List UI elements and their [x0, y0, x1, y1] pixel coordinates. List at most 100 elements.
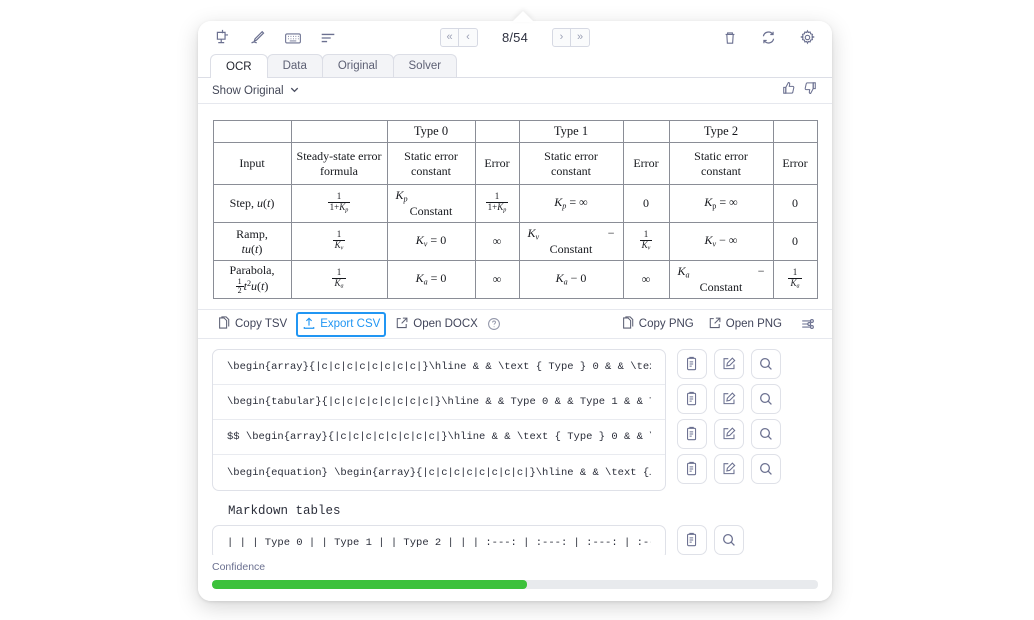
cell-formula: 1Kv: [291, 223, 387, 261]
copy-file-icon: [621, 316, 635, 333]
tab-solver[interactable]: Solver: [393, 54, 458, 77]
table-header-row: Input Steady-state error formula Static …: [213, 143, 817, 185]
tab-bar: OCR Data Original Solver: [198, 54, 832, 78]
cell-t2-const: Kv − ∞: [669, 223, 773, 261]
tab-original[interactable]: Original: [322, 54, 394, 77]
group-header-type0: Type 0: [387, 121, 475, 143]
open-docx-button[interactable]: Open DOCX: [390, 313, 483, 336]
external-link-icon: [395, 316, 409, 333]
toolbar-left-group: [212, 27, 338, 48]
page-navigation: « ‹ 8/54 › »: [440, 28, 590, 47]
latex-code-text: \begin{equation} \begin{array}{|c|c|c|c|…: [227, 467, 651, 479]
cell-t2-const: Kp = ∞: [669, 185, 773, 223]
sliders-icon[interactable]: [797, 314, 818, 335]
confidence-panel: Confidence: [198, 555, 832, 601]
export-csv-label: Export CSV: [320, 318, 380, 330]
cell-t0-const: Ka = 0: [387, 261, 475, 299]
pen-annotate-icon[interactable]: [247, 27, 268, 48]
thumbs-up-icon[interactable]: [781, 80, 797, 101]
search-magnifier-icon[interactable]: [751, 419, 781, 449]
show-original-label: Show Original: [212, 85, 284, 97]
copy-clipboard-icon[interactable]: [677, 384, 707, 414]
list-item[interactable]: $$ \begin{array}{|c|c|c|c|c|c|c|c|}\hlin…: [213, 420, 665, 455]
list-item[interactable]: \begin{tabular}{|c|c|c|c|c|c|c|c|}\hline…: [213, 385, 665, 420]
group-header-cell: [623, 121, 669, 143]
col-header-t2-const: Static error constant: [669, 143, 773, 185]
list-item[interactable]: \begin{array}{|c|c|c|c|c|c|c|c|}\hline &…: [213, 350, 665, 385]
group-header-type1: Type 1: [519, 121, 623, 143]
show-original-dropdown[interactable]: Show Original: [212, 84, 300, 98]
table-row: Parabola, 12t2u(t) 1Ka Ka = 0 ∞ Ka − 0 ∞…: [213, 261, 817, 299]
keyboard-icon[interactable]: [282, 27, 303, 48]
cell-t0-const: Kv = 0: [387, 223, 475, 261]
list-item[interactable]: \begin{equation} \begin{array}{|c|c|c|c|…: [213, 455, 665, 490]
refresh-icon[interactable]: [758, 27, 779, 48]
copy-png-button[interactable]: Copy PNG: [616, 313, 699, 336]
cell-input: Ramp,tu(t): [213, 223, 291, 261]
popover-notch: [512, 11, 534, 22]
confidence-bar-track: [212, 580, 818, 589]
latex-code-text: $$ \begin{array}{|c|c|c|c|c|c|c|c|}\hlin…: [227, 431, 651, 443]
col-header-t1-error: Error: [623, 143, 669, 185]
copy-tsv-button[interactable]: Copy TSV: [212, 313, 292, 336]
search-magnifier-icon[interactable]: [751, 384, 781, 414]
open-png-button[interactable]: Open PNG: [703, 313, 787, 336]
export-csv-button[interactable]: Export CSV: [296, 312, 386, 337]
copy-tsv-label: Copy TSV: [235, 318, 287, 330]
edit-pencil-icon[interactable]: [714, 419, 744, 449]
group-header-cell: [213, 121, 291, 143]
last-page-button[interactable]: »: [571, 28, 590, 47]
app-window: « ‹ 8/54 › »: [198, 21, 832, 601]
cell-t0-error: ∞: [475, 223, 519, 261]
edit-pencil-icon[interactable]: [714, 384, 744, 414]
group-header-type2: Type 2: [669, 121, 773, 143]
search-magnifier-icon[interactable]: [751, 349, 781, 379]
text-lines-icon[interactable]: [317, 27, 338, 48]
first-page-button[interactable]: «: [440, 28, 459, 47]
latex-row-group: \begin{array}{|c|c|c|c|c|c|c|c|}\hline &…: [212, 349, 666, 491]
trash-icon[interactable]: [719, 27, 740, 48]
prev-page-button[interactable]: ‹: [459, 28, 478, 47]
confidence-bar-fill: [212, 580, 527, 589]
next-page-button[interactable]: ›: [552, 28, 571, 47]
export-action-bar: Copy TSV Export CSV Open DOCX: [198, 309, 832, 339]
feedback-group: [781, 80, 818, 101]
external-link-icon: [708, 316, 722, 333]
help-icon[interactable]: [487, 317, 501, 331]
copy-clipboard-icon[interactable]: [677, 349, 707, 379]
edit-pencil-icon[interactable]: [714, 349, 744, 379]
col-header-input: Input: [213, 143, 291, 185]
tab-data[interactable]: Data: [267, 54, 323, 77]
copy-clipboard-icon[interactable]: [677, 454, 707, 484]
copy-clipboard-icon[interactable]: [677, 525, 707, 555]
latex-rows-with-buttons: \begin{array}{|c|c|c|c|c|c|c|c|}\hline &…: [212, 349, 818, 491]
cell-input: Step, u(t): [213, 185, 291, 223]
search-magnifier-icon[interactable]: [751, 454, 781, 484]
markdown-code-text: | | | Type 0 | | Type 1 | | Type 2 | | |…: [227, 537, 651, 549]
copy-clipboard-icon[interactable]: [677, 419, 707, 449]
group-header-cell: [475, 121, 519, 143]
search-magnifier-icon[interactable]: [714, 525, 744, 555]
gear-icon[interactable]: [797, 27, 818, 48]
group-header-cell: [773, 121, 817, 143]
ocr-result-table: Type 0 Type 1 Type 2 Input Steady-state …: [213, 120, 818, 299]
top-toolbar: « ‹ 8/54 › »: [198, 21, 832, 54]
edit-pencil-icon[interactable]: [714, 454, 744, 484]
col-header-t0-const: Static error constant: [387, 143, 475, 185]
snip-screenshot-icon[interactable]: [212, 27, 233, 48]
confidence-label: Confidence: [212, 561, 818, 573]
pager-right-group: › »: [552, 28, 590, 47]
upload-arrow-icon: [302, 316, 316, 333]
col-header-formula: Steady-state error formula: [291, 143, 387, 185]
cell-t0-error: ∞: [475, 261, 519, 299]
markdown-section-title: Markdown tables: [228, 504, 818, 518]
cell-t1-const: Kp = ∞: [519, 185, 623, 223]
open-docx-label: Open DOCX: [413, 318, 478, 330]
thumbs-down-icon[interactable]: [802, 80, 818, 101]
cell-t2-error: 0: [773, 185, 817, 223]
tab-ocr[interactable]: OCR: [210, 54, 268, 78]
col-header-t1-const: Static error constant: [519, 143, 623, 185]
copy-png-label: Copy PNG: [639, 318, 694, 330]
group-header-cell: [291, 121, 387, 143]
cell-t1-error: 1Kv: [623, 223, 669, 261]
